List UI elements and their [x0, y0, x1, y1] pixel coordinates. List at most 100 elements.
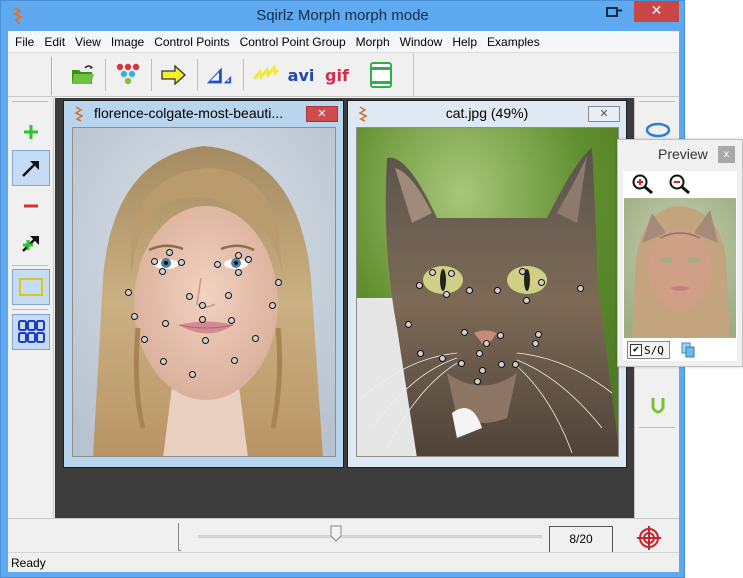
control-point[interactable]: [482, 339, 490, 347]
grid-tool[interactable]: [12, 314, 50, 350]
image-window-cat[interactable]: cat.jpg (49%) ✕: [347, 100, 627, 468]
avi-button[interactable]: avi: [284, 61, 318, 89]
menu-control-point-group[interactable]: Control Point Group: [235, 35, 351, 49]
menu-help[interactable]: Help: [447, 35, 482, 49]
face-image[interactable]: [72, 127, 336, 457]
control-point[interactable]: [457, 359, 465, 367]
move-point-tool[interactable]: [12, 150, 50, 186]
control-point[interactable]: [130, 312, 138, 320]
tool-separator: [639, 101, 675, 102]
zoom-out-icon[interactable]: [668, 173, 692, 195]
frame-slider-thumb[interactable]: [330, 525, 342, 542]
menu-file[interactable]: File: [10, 35, 39, 49]
control-point[interactable]: [177, 258, 185, 266]
frame-slider-track[interactable]: [198, 535, 542, 538]
control-point[interactable]: [537, 278, 545, 286]
open-button[interactable]: [69, 61, 97, 89]
control-point[interactable]: [493, 286, 501, 294]
preview-close-button[interactable]: x: [718, 146, 735, 163]
control-point[interactable]: [198, 301, 206, 309]
zoom-in-icon[interactable]: [631, 173, 655, 195]
image-window-caption[interactable]: cat.jpg (49%) ✕: [348, 101, 626, 127]
toolbar-separator: [151, 59, 152, 91]
control-point[interactable]: [415, 281, 423, 289]
control-point[interactable]: [478, 366, 486, 374]
toolbar-grip[interactable]: [51, 57, 53, 95]
maximize-button[interactable]: [606, 7, 618, 17]
control-points-button[interactable]: [114, 61, 142, 89]
frame-counter: 8/20: [549, 526, 613, 553]
control-point[interactable]: [158, 267, 166, 275]
image-window-face[interactable]: florence-colgate-most-beauti... ✕: [63, 100, 344, 468]
control-point[interactable]: [150, 257, 158, 265]
control-point[interactable]: [531, 339, 539, 347]
image-window-caption[interactable]: florence-colgate-most-beauti... ✕: [64, 101, 343, 127]
control-point[interactable]: [428, 268, 436, 276]
morph-button[interactable]: [160, 61, 188, 89]
control-point[interactable]: [213, 260, 221, 268]
control-point[interactable]: [404, 320, 412, 328]
menu-edit[interactable]: Edit: [39, 35, 70, 49]
control-point[interactable]: [140, 335, 148, 343]
control-point[interactable]: [268, 301, 276, 309]
gif-button[interactable]: gif: [322, 61, 352, 89]
control-point[interactable]: [447, 269, 455, 277]
control-point[interactable]: [234, 268, 242, 276]
control-point[interactable]: [230, 356, 238, 364]
control-point[interactable]: [234, 251, 242, 259]
toolbar-separator: [105, 59, 106, 91]
control-point[interactable]: [475, 349, 483, 357]
close-button[interactable]: ✕: [634, 1, 679, 22]
control-point[interactable]: [497, 360, 505, 368]
cat-image[interactable]: [356, 127, 619, 457]
control-point[interactable]: [185, 292, 193, 300]
copy-icon[interactable]: [681, 342, 695, 358]
control-point[interactable]: [224, 291, 232, 299]
delete-point-tool[interactable]: [12, 188, 50, 224]
flash-button[interactable]: [252, 61, 280, 89]
image-window-close-button[interactable]: ✕: [588, 106, 620, 122]
control-point[interactable]: [511, 360, 519, 368]
control-point[interactable]: [438, 354, 446, 362]
control-point[interactable]: [159, 357, 167, 365]
control-point[interactable]: [251, 334, 259, 342]
menu-control-points[interactable]: Control Points: [149, 35, 234, 49]
control-point[interactable]: [198, 315, 206, 323]
control-point[interactable]: [161, 319, 169, 327]
menu-view[interactable]: View: [70, 35, 106, 49]
control-point[interactable]: [576, 284, 584, 292]
control-point[interactable]: [460, 328, 468, 336]
title-bar[interactable]: Sqirlz Morph morph mode – ✕: [1, 1, 684, 31]
target-icon[interactable]: [636, 525, 662, 551]
tool-separator: [12, 309, 48, 310]
control-point[interactable]: [165, 248, 173, 256]
control-point[interactable]: [244, 255, 252, 263]
menu-window[interactable]: Window: [395, 35, 448, 49]
control-point[interactable]: [496, 331, 504, 339]
add-point-tool[interactable]: [12, 114, 50, 150]
control-point[interactable]: [124, 288, 132, 296]
triangles-button[interactable]: [205, 61, 233, 89]
rectangle-select-tool[interactable]: [12, 269, 50, 305]
u-shape-tool[interactable]: [639, 388, 677, 424]
menu-image[interactable]: Image: [106, 35, 149, 49]
move-group-tool[interactable]: [12, 225, 50, 261]
sq-checkbox[interactable]: ✔ S/Q: [627, 341, 670, 359]
preview-panel[interactable]: Preview x ✔ S/Q: [617, 139, 743, 367]
control-point[interactable]: [465, 286, 473, 294]
control-point[interactable]: [442, 290, 450, 298]
menu-morph[interactable]: Morph: [351, 35, 395, 49]
control-point[interactable]: [416, 349, 424, 357]
control-point[interactable]: [274, 278, 282, 286]
image-window-close-button[interactable]: ✕: [306, 106, 338, 122]
control-point[interactable]: [518, 267, 526, 275]
control-point[interactable]: [188, 370, 196, 378]
control-point[interactable]: [534, 330, 542, 338]
menu-examples[interactable]: Examples: [482, 35, 545, 49]
control-point[interactable]: [473, 377, 481, 385]
control-point[interactable]: [227, 316, 235, 324]
control-point[interactable]: [522, 296, 530, 304]
move-group-icon: [22, 236, 39, 252]
control-point[interactable]: [201, 336, 209, 344]
frames-button[interactable]: [367, 61, 395, 89]
